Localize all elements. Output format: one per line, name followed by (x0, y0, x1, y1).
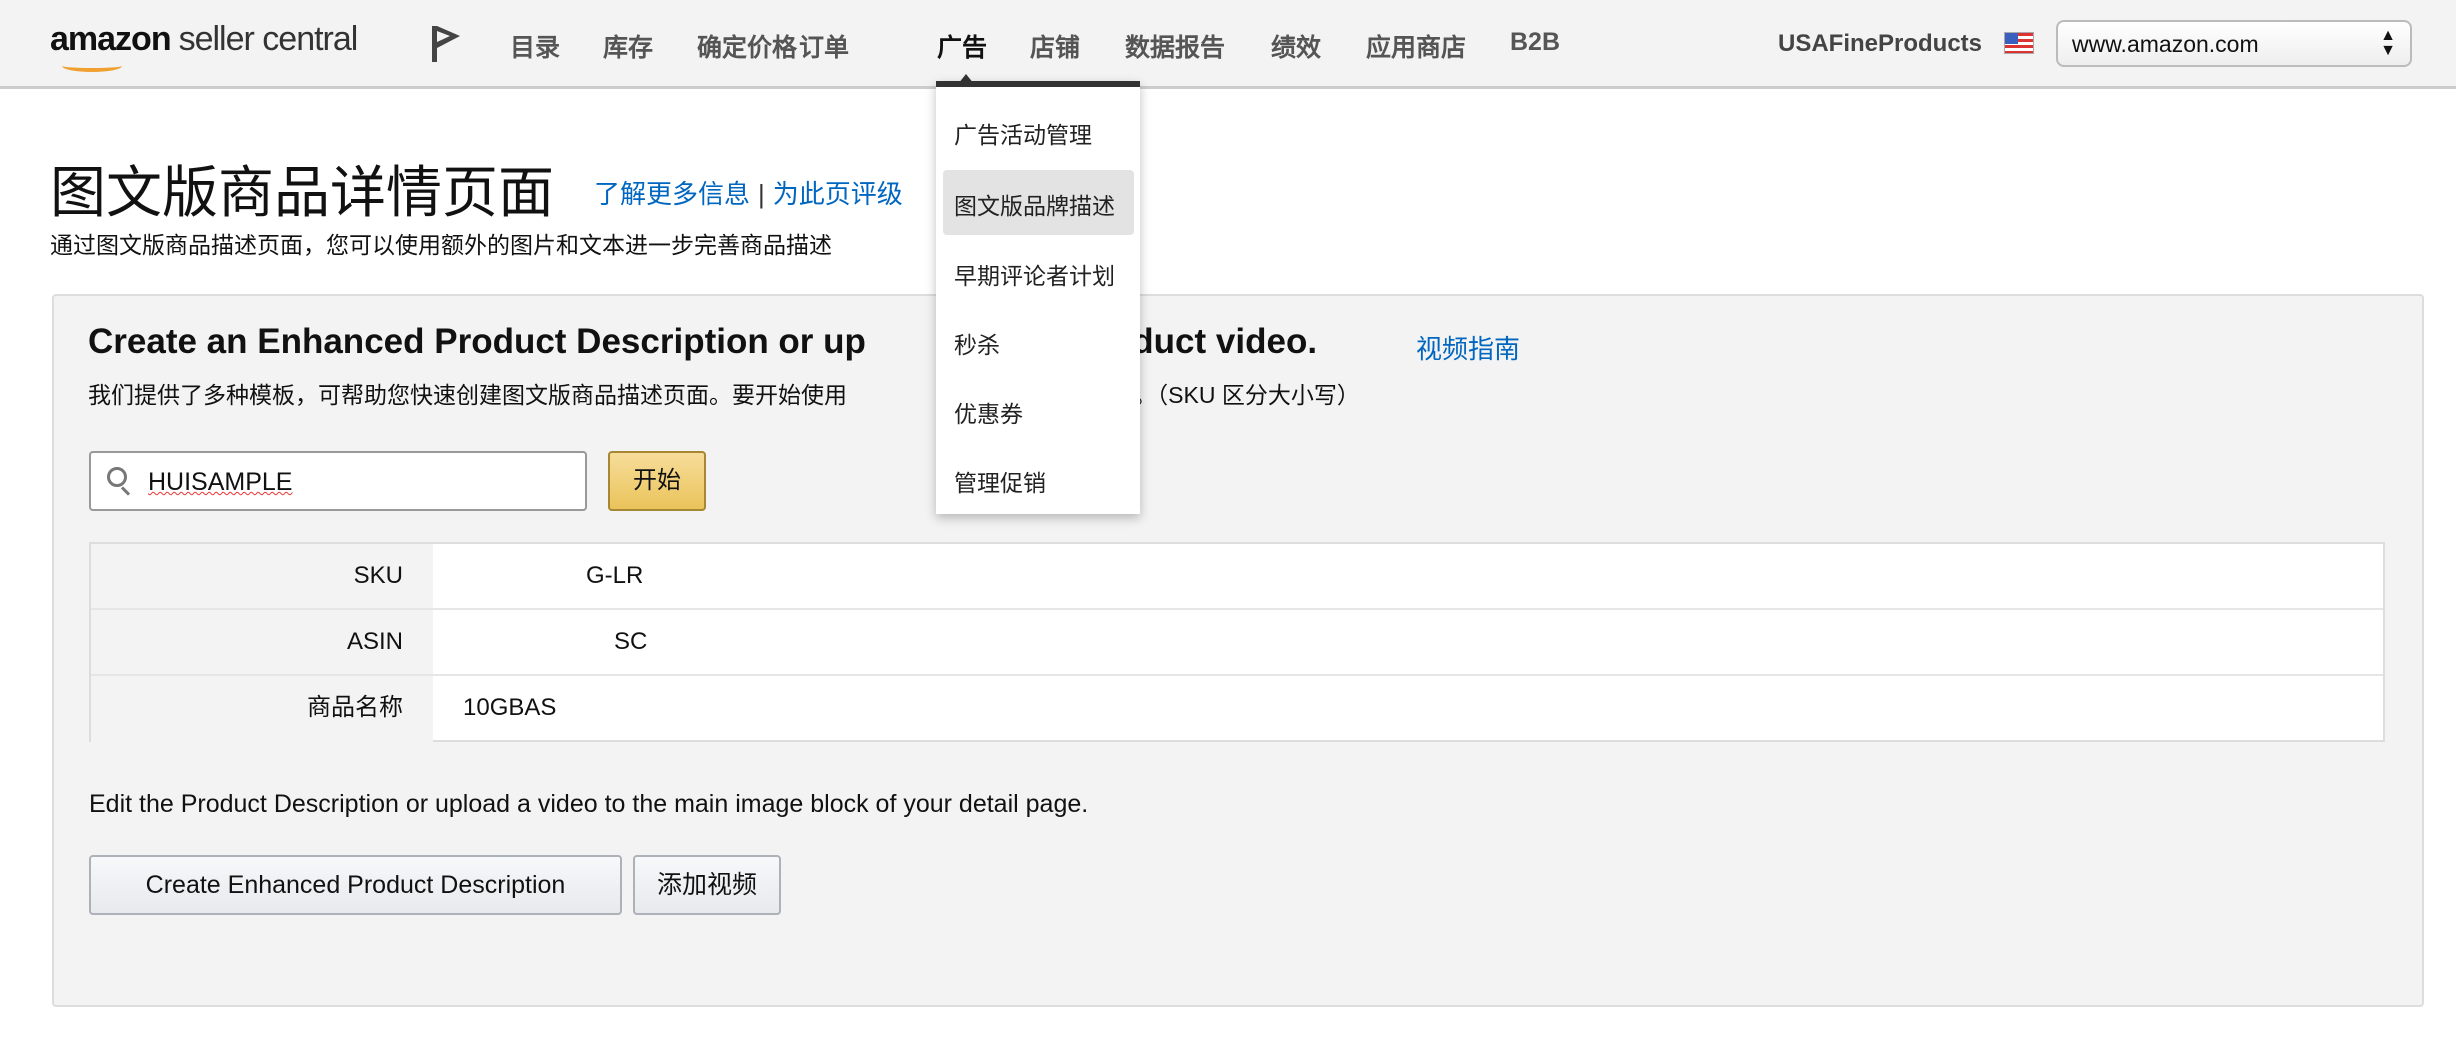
table-row: SKU G-LR (91, 544, 2383, 610)
nav-b2b[interactable]: B2B (1510, 28, 1560, 57)
nav-orders[interactable]: 订单 (799, 28, 849, 64)
nav-catalog[interactable]: 目录 (510, 28, 560, 64)
nav-advertising[interactable]: 广告 (937, 28, 987, 64)
nav-performance[interactable]: 绩效 (1271, 28, 1321, 64)
menu-item-lightning-deals[interactable]: 秒杀 (954, 326, 1000, 360)
menu-item-campaign-manager[interactable]: 广告活动管理 (954, 116, 1092, 150)
create-ebc-button[interactable]: Create Enhanced Product Description (89, 855, 622, 915)
nav-reports[interactable]: 数据报告 (1125, 28, 1225, 64)
flag-icon[interactable] (430, 24, 464, 64)
select-arrows-icon: ▲ ▼ (2380, 27, 2396, 59)
us-flag-icon (2004, 32, 2034, 54)
start-button[interactable]: 开始 (608, 451, 706, 511)
menu-item-coupons[interactable]: 优惠券 (954, 395, 1023, 429)
page-subtitle: 通过图文版商品描述页面，您可以使用额外的图片和文本进一步完善商品描述 (50, 232, 832, 258)
product-info-table: SKU G-LR ASIN SC 商品名称 10GBAS (89, 542, 2385, 742)
table-row: 商品名称 10GBAS (91, 676, 2383, 742)
page-title: 图文版商品详情页面 (50, 161, 554, 224)
edit-instructions: Edit the Product Description or upload a… (89, 790, 1089, 818)
add-video-button[interactable]: 添加视频 (633, 855, 781, 915)
search-icon (107, 467, 127, 487)
marketplace-select[interactable]: www.amazon.com ▲ ▼ (2056, 20, 2412, 67)
store-name: USAFineProducts (1778, 30, 1983, 57)
learn-more-link[interactable]: 了解更多信息 (594, 179, 750, 209)
nav-appstore[interactable]: 应用商店 (1366, 28, 1466, 64)
nav-inventory[interactable]: 库存 (603, 28, 653, 64)
panel-description: 我们提供了多种模板，可帮助您快速创建图文版商品描述页面。要开始使用的 SKU。（… (88, 382, 1360, 408)
nav-stores[interactable]: 店铺 (1030, 28, 1080, 64)
menu-item-early-reviewer[interactable]: 早期评论者计划 (954, 257, 1115, 291)
video-guide-link[interactable]: 视频指南 (1416, 329, 1520, 366)
table-row: ASIN SC (91, 610, 2383, 676)
amazon-smile-icon (62, 60, 122, 72)
menu-item-manage-promotions[interactable]: 管理促销 (954, 464, 1046, 498)
header-links: 了解更多信息 | 为此页评级 (594, 179, 903, 209)
advertising-dropdown-menu: 广告活动管理 图文版品牌描述 早期评论者计划 秒杀 优惠券 管理促销 (936, 81, 1140, 514)
nav-pricing[interactable]: 确定价格 (697, 28, 797, 64)
rate-page-link[interactable]: 为此页评级 (773, 179, 903, 209)
top-nav: amazon seller central 目录 库存 确定价格 订单 广告 店铺… (0, 0, 2456, 89)
menu-item-enhanced-brand-content[interactable]: 图文版品牌描述 (954, 187, 1115, 221)
sku-search-input[interactable]: HUISAMPLE (89, 451, 587, 511)
